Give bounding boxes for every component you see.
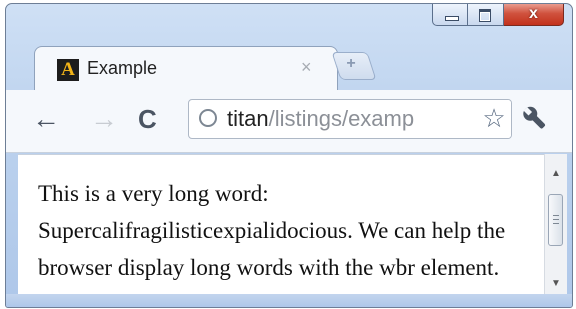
wrench-icon-svg [523,106,546,129]
scrollbar-thumb[interactable] [548,194,563,246]
scroll-up-icon[interactable]: ▲ [551,168,561,179]
address-bar[interactable]: titan/listings/examp ☆ [188,99,512,139]
grip-line [553,223,559,224]
reload-icon[interactable]: C [138,102,157,136]
wrench-icon[interactable] [516,100,558,142]
url-host: titan [227,106,269,131]
forward-arrow-icon[interactable]: → [90,102,118,136]
minimize-button[interactable] [432,4,468,26]
page-paragraph: This is a very long word: Supercalifragi… [38,181,506,280]
grip-line [553,215,559,216]
vertical-scrollbar[interactable]: ▲ ▼ [544,154,567,294]
tab-close-icon[interactable]: × [301,57,312,78]
maximize-icon [479,9,491,22]
scroll-down-icon[interactable]: ▼ [551,278,561,289]
favicon-letter: A [61,59,75,80]
plus-icon: + [346,55,356,72]
favicon-icon: A [57,59,79,81]
tab-example[interactable]: A Example × [34,46,338,91]
browser-window: x A Example × + ← → C titan/listings/exa… [5,3,573,308]
page-content: This is a very long word: Supercalifragi… [18,154,544,295]
toolbar: ← → C titan/listings/examp ☆ [6,90,572,153]
globe-icon [199,109,217,127]
bookmark-star-icon[interactable]: ☆ [477,100,511,138]
grip-line [553,219,559,220]
new-tab-button[interactable]: + [331,52,377,80]
address-url: titan/listings/examp [227,106,414,132]
minimize-icon [445,16,459,21]
tab-title: Example [87,58,158,78]
window-frame-bottom [6,294,572,307]
window-caption-buttons: x [432,4,564,28]
close-icon: x [529,5,538,22]
close-window-button[interactable]: x [504,4,564,26]
back-arrow-icon[interactable]: ← [32,102,60,136]
maximize-button[interactable] [468,4,504,26]
url-path: /listings/examp [268,106,415,131]
